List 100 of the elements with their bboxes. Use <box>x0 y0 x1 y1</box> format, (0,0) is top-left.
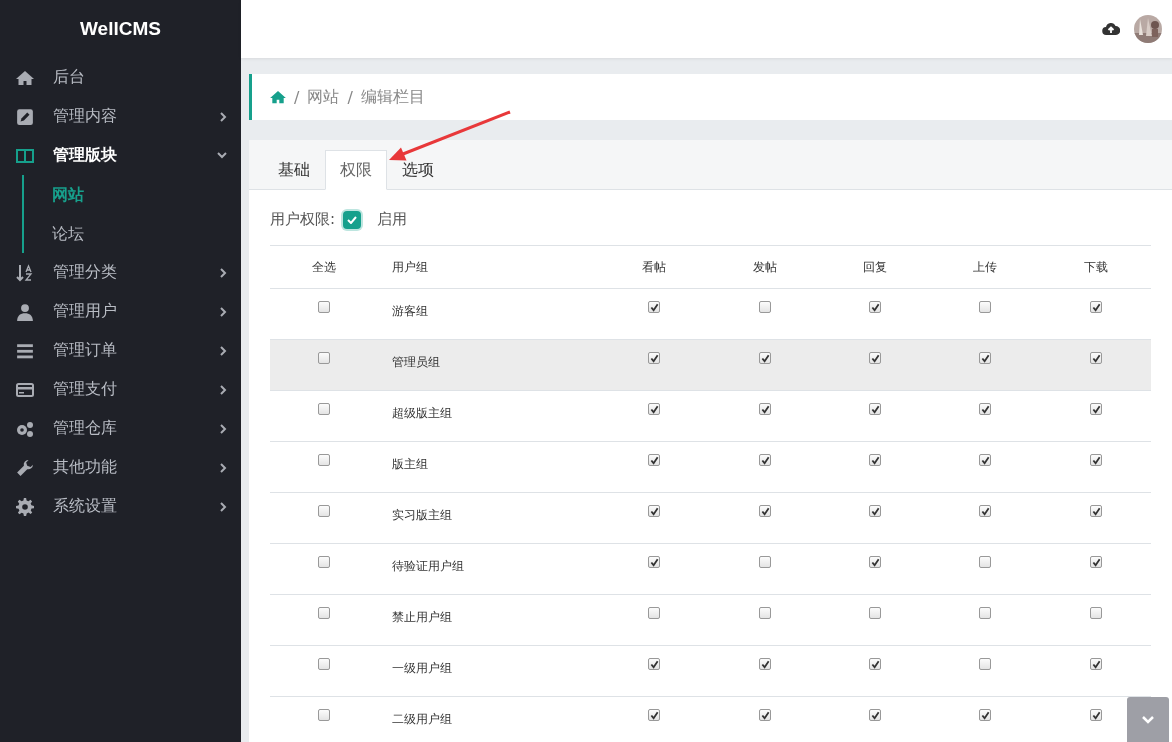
submenu-item[interactable]: 网站 <box>52 175 84 214</box>
table-cell: 管理员组 <box>392 354 440 371</box>
edit-icon <box>16 107 34 126</box>
checkbox[interactable] <box>1089 454 1102 466</box>
checkbox[interactable] <box>979 403 992 415</box>
cloud-upload-icon[interactable] <box>1102 22 1120 36</box>
checkbox[interactable] <box>648 505 661 517</box>
checkbox[interactable] <box>318 352 330 364</box>
sidebar-item[interactable]: 管理版块 <box>0 136 241 175</box>
checkbox[interactable] <box>318 658 330 670</box>
table-cell: 实习版主组 <box>392 507 452 524</box>
checkbox[interactable] <box>758 709 771 721</box>
checkbox[interactable] <box>1089 556 1102 568</box>
checkbox[interactable] <box>648 658 661 670</box>
checkbox[interactable] <box>758 556 771 568</box>
checkbox[interactable] <box>979 505 992 517</box>
checkbox[interactable] <box>1089 505 1102 517</box>
menu-icon <box>16 341 34 360</box>
checkbox[interactable] <box>979 301 992 313</box>
checkbox[interactable] <box>758 607 771 619</box>
checkbox-label: 启用 <box>377 210 408 229</box>
card-icon <box>16 380 34 399</box>
checkbox[interactable] <box>648 709 661 721</box>
sidebar-item[interactable]: 管理分类 <box>0 253 241 292</box>
checkbox[interactable] <box>1089 301 1102 313</box>
wrench-icon <box>16 458 34 477</box>
checkbox[interactable] <box>318 454 330 466</box>
checkbox[interactable] <box>648 403 661 415</box>
checkbox[interactable] <box>868 454 881 466</box>
checkbox[interactable] <box>979 454 992 466</box>
submenu-item[interactable]: 论坛 <box>52 214 84 253</box>
checkbox[interactable] <box>868 658 881 670</box>
checkbox[interactable] <box>318 607 330 619</box>
checkbox[interactable] <box>979 709 992 721</box>
tab[interactable]: 权限 <box>325 150 387 190</box>
checkbox[interactable] <box>868 403 881 415</box>
chevron-icon <box>1141 714 1155 725</box>
checkbox[interactable] <box>318 403 330 415</box>
checkbox[interactable] <box>758 403 771 415</box>
column-header: 回复 <box>862 258 887 276</box>
checkbox[interactable] <box>1089 607 1102 619</box>
gears-icon <box>16 419 34 438</box>
checkbox[interactable] <box>318 709 330 721</box>
field-label: 用户权限: <box>270 210 336 229</box>
breadcrumb-item: 编辑栏目 <box>360 86 425 108</box>
checkbox[interactable] <box>979 607 992 619</box>
checkbox[interactable] <box>648 301 661 313</box>
home-icon <box>16 68 34 87</box>
checkbox[interactable] <box>1089 658 1102 670</box>
checkbox[interactable] <box>868 709 881 721</box>
column-header: 上传 <box>973 258 998 276</box>
table-cell: 待验证用户组 <box>392 558 464 575</box>
table-cell: 版主组 <box>392 456 428 473</box>
checkbox[interactable] <box>979 556 992 568</box>
column-header: 用户组 <box>392 258 428 276</box>
table-cell: 禁止用户组 <box>392 609 452 626</box>
logo-text: WellCMS <box>80 18 161 40</box>
checkbox[interactable] <box>318 505 330 517</box>
table-cell: 超级版主组 <box>392 405 452 422</box>
sidebar-item[interactable]: 管理内容 <box>0 97 241 136</box>
checkbox[interactable] <box>1089 352 1102 364</box>
check-icon <box>347 215 358 224</box>
breadcrumb-separator: / <box>347 87 353 107</box>
table-cell: 游客组 <box>392 303 428 320</box>
checkbox[interactable] <box>648 556 661 568</box>
checkbox[interactable] <box>868 607 881 619</box>
sidebar-item[interactable]: 管理支付 <box>0 370 241 409</box>
sidebar-item[interactable]: 管理订单 <box>0 331 241 370</box>
checkbox[interactable] <box>979 658 992 670</box>
sidebar-item[interactable]: 管理用户 <box>0 292 241 331</box>
sidebar-item[interactable]: 其他功能 <box>0 448 241 487</box>
checkbox[interactable] <box>758 505 771 517</box>
sidebar-item[interactable]: 后台 <box>0 58 241 97</box>
checkbox[interactable] <box>868 301 881 313</box>
breadcrumb-separator: / <box>294 87 300 107</box>
sidebar-item[interactable]: 系统设置 <box>0 487 241 526</box>
checkbox[interactable] <box>318 556 330 568</box>
checkbox[interactable] <box>648 352 661 364</box>
checkbox[interactable] <box>758 301 771 313</box>
sidebar-item[interactable]: 管理仓库 <box>0 409 241 448</box>
checkbox[interactable] <box>868 505 881 517</box>
checkbox[interactable] <box>868 556 881 568</box>
checkbox[interactable] <box>979 352 992 364</box>
checkbox[interactable] <box>758 454 771 466</box>
breadcrumb-item[interactable]: 网站 <box>307 86 340 108</box>
table-cell: 一级用户组 <box>392 660 452 677</box>
sort-icon <box>16 263 34 282</box>
checkbox[interactable] <box>318 301 330 313</box>
checkbox[interactable] <box>1089 709 1102 721</box>
tab[interactable]: 基础 <box>263 150 325 190</box>
checkbox[interactable] <box>648 607 661 619</box>
column-header: 下载 <box>1083 258 1108 276</box>
checkbox[interactable] <box>343 210 362 229</box>
checkbox[interactable] <box>1089 403 1102 415</box>
checkbox[interactable] <box>648 454 661 466</box>
tab[interactable]: 选项 <box>387 150 449 190</box>
checkbox[interactable] <box>758 352 771 364</box>
home-icon[interactable] <box>270 90 286 104</box>
checkbox[interactable] <box>868 352 881 364</box>
checkbox[interactable] <box>758 658 771 670</box>
